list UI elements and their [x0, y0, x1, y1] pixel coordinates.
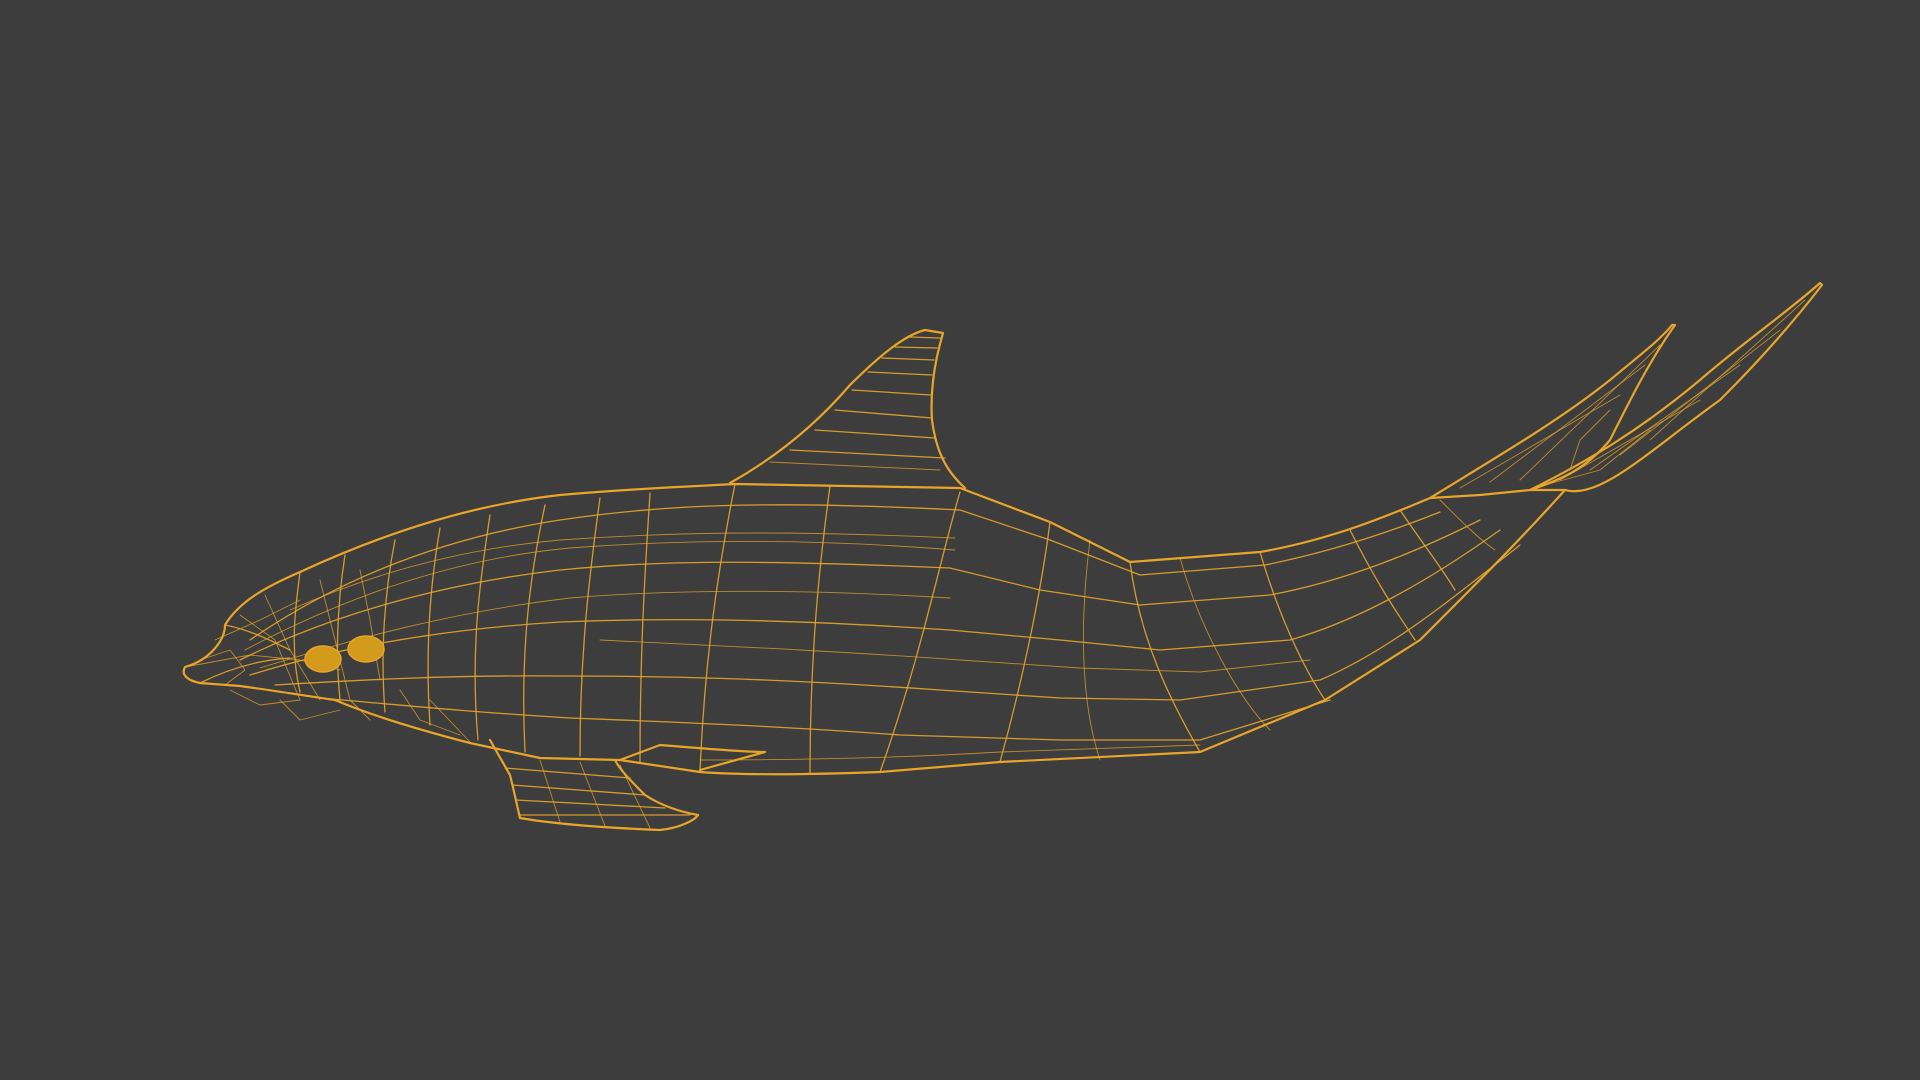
dorsal-fin-outline: [728, 328, 967, 490]
body-outline: [182, 482, 1567, 776]
tail-fluke-lower: [1528, 281, 1824, 493]
dolphin-wireframe-model[interactable]: [0, 0, 1920, 1080]
right-eye: [347, 635, 385, 663]
ventral-fin-outline: [618, 743, 767, 772]
tail-fluke-upper: [1428, 323, 1677, 500]
left-eye: [304, 645, 342, 673]
3d-viewport[interactable]: [0, 0, 1920, 1080]
wireframe-mesh: [182, 281, 1824, 832]
